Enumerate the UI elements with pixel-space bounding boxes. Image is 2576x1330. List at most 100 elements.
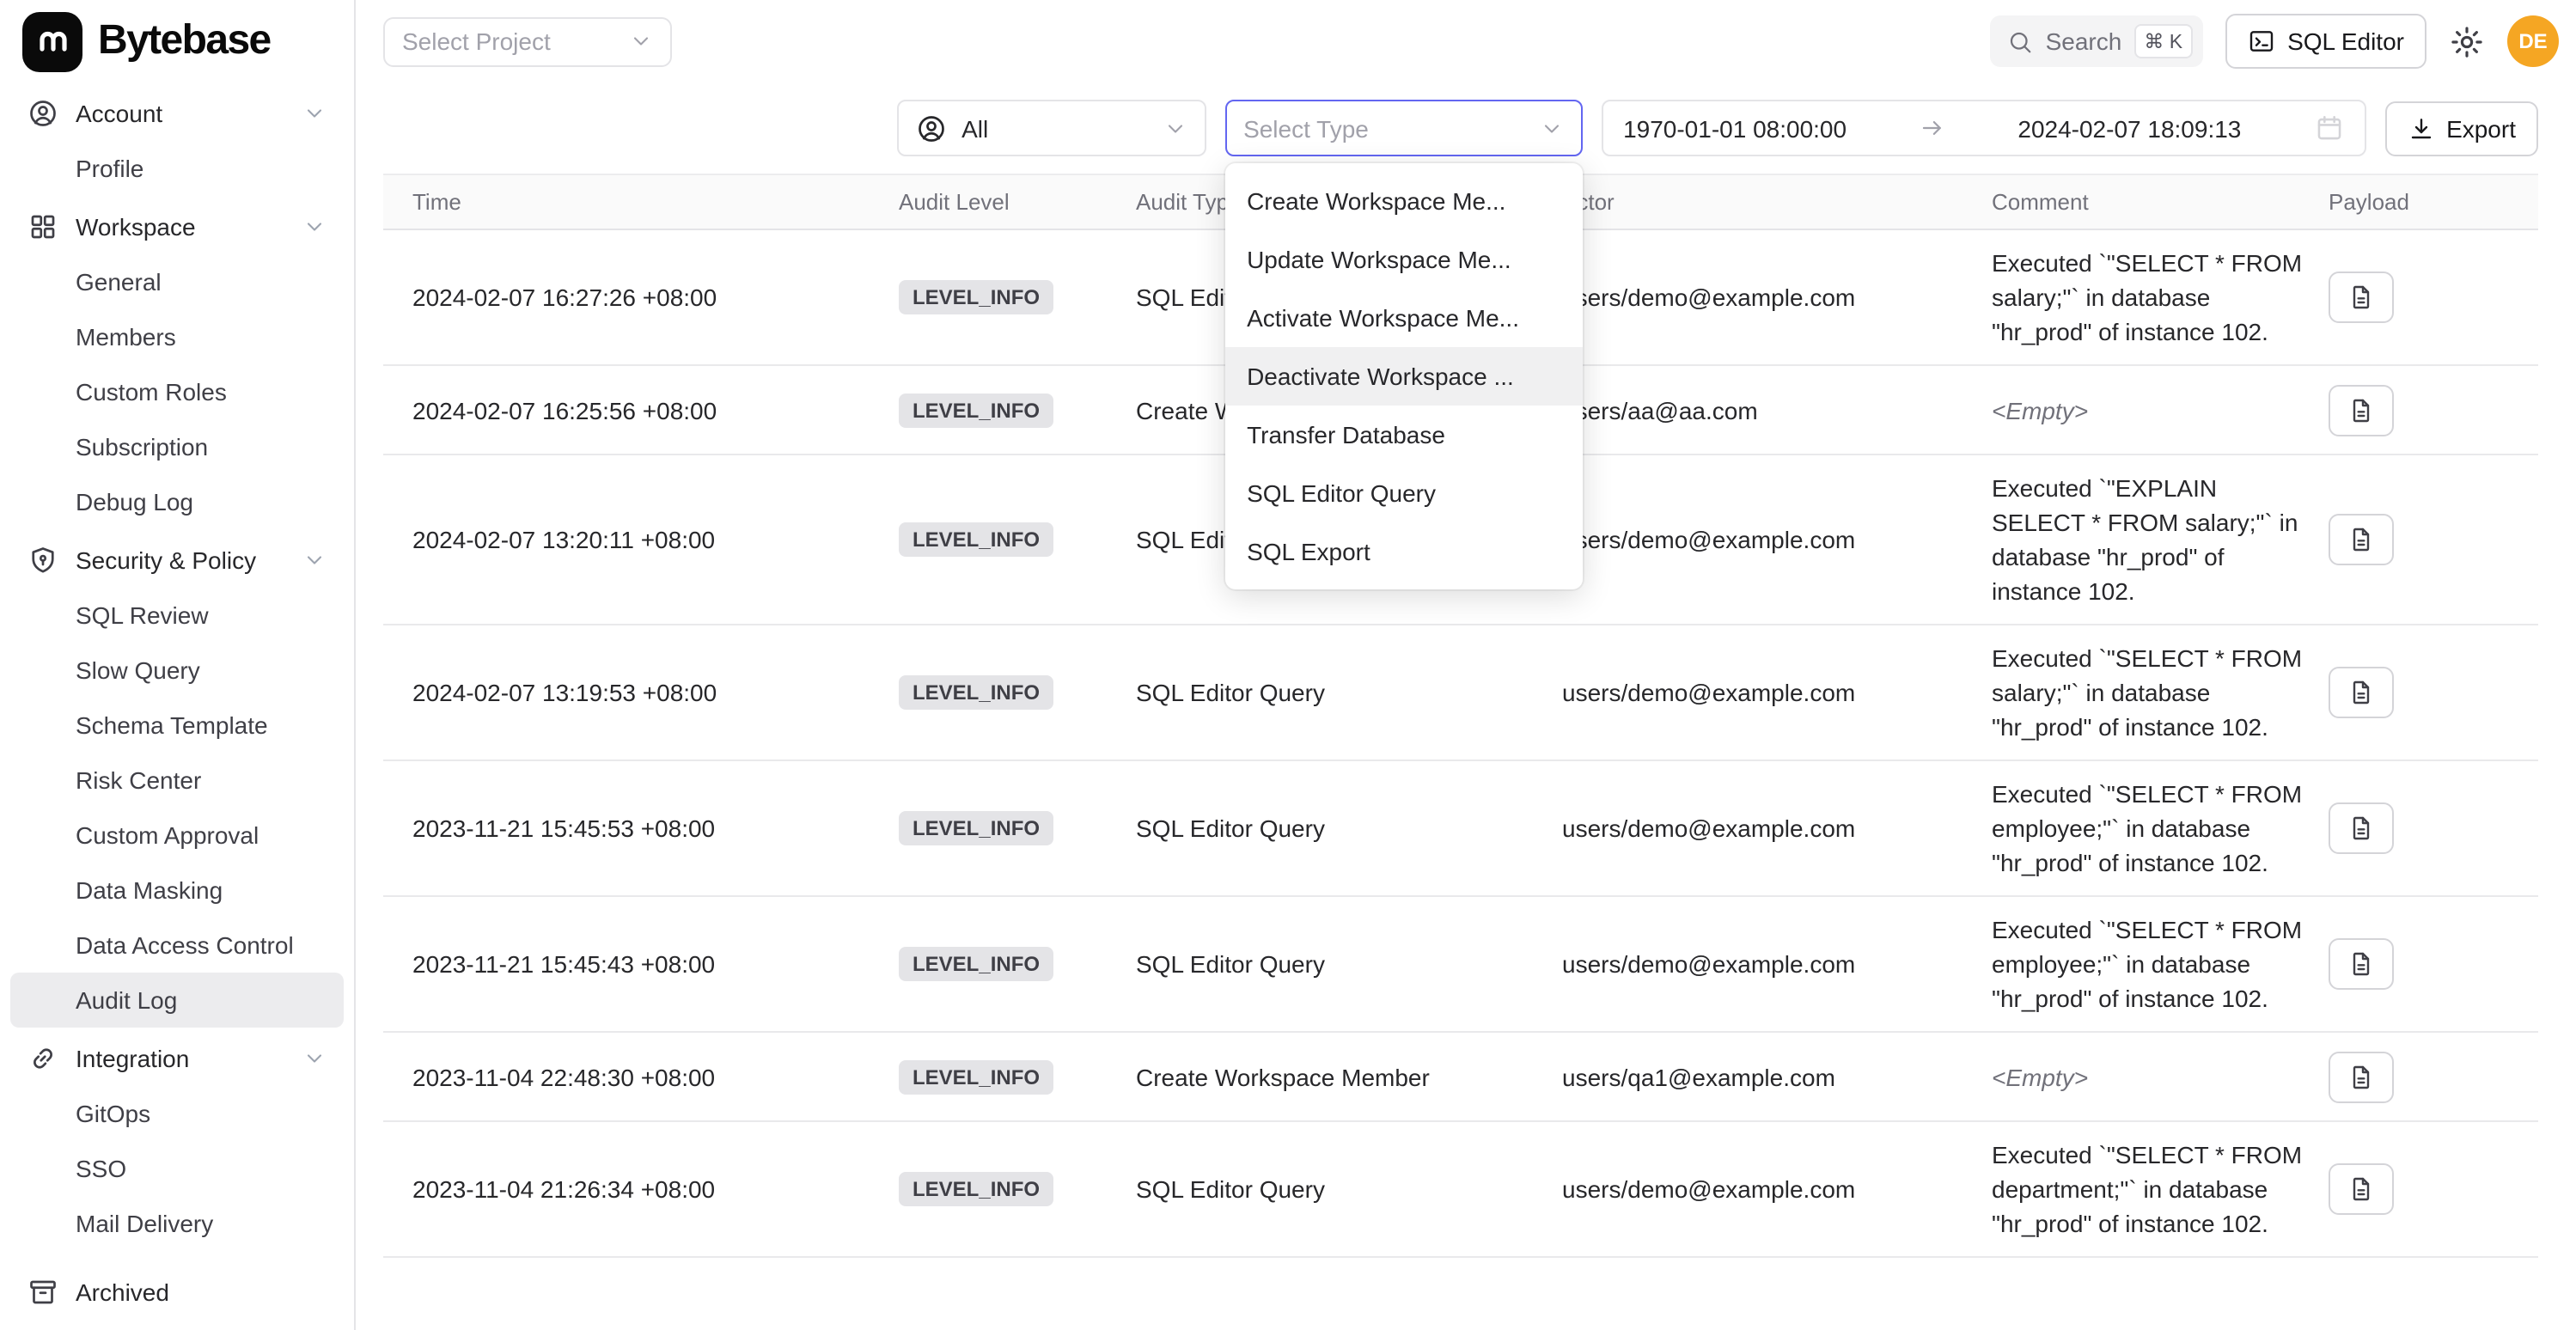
audit-level-badge: LEVEL_INFO bbox=[899, 522, 1053, 557]
cell-time: 2023-11-21 15:45:53 +08:00 bbox=[383, 799, 899, 857]
sidebar-item-risk-center[interactable]: Risk Center bbox=[10, 753, 344, 808]
cell-actor: users/demo@example.com bbox=[1562, 799, 1992, 857]
chevron-down-icon bbox=[302, 101, 327, 125]
payload-button[interactable] bbox=[2329, 1051, 2394, 1102]
user-icon bbox=[27, 98, 58, 129]
sidebar-item-sso[interactable]: SSO bbox=[10, 1141, 344, 1196]
cell-audit-level: LEVEL_INFO bbox=[899, 377, 1136, 442]
sidebar-item-audit-log[interactable]: Audit Log bbox=[10, 973, 344, 1028]
download-icon bbox=[2407, 114, 2434, 142]
bytebase-logo[interactable]: Bytebase bbox=[0, 0, 354, 82]
sidebar-item-members[interactable]: Members bbox=[10, 309, 344, 364]
chevron-down-icon bbox=[302, 1046, 327, 1071]
table-row: 2023-11-21 15:45:53 +08:00LEVEL_INFOSQL … bbox=[383, 761, 2538, 897]
sql-editor-button[interactable]: SQL Editor bbox=[2225, 14, 2426, 69]
sidebar-item-debug-log[interactable]: Debug Log bbox=[10, 474, 344, 529]
avatar[interactable]: DE bbox=[2507, 15, 2559, 67]
audit-log-page: All Select Type Create Workspace Me...Up… bbox=[356, 82, 2576, 1330]
audit-level-badge: LEVEL_INFO bbox=[899, 947, 1053, 981]
menu-item-activate-workspace-me[interactable]: Activate Workspace Me... bbox=[1224, 289, 1582, 347]
sidebar-item-slow-query[interactable]: Slow Query bbox=[10, 643, 344, 698]
payload-button[interactable] bbox=[2329, 514, 2394, 565]
sidebar-item-subscription[interactable]: Subscription bbox=[10, 419, 344, 474]
column-header-audit-level: Audit Level bbox=[899, 189, 1136, 215]
chevron-down-icon bbox=[302, 215, 327, 239]
menu-item-transfer-database[interactable]: Transfer Database bbox=[1224, 406, 1582, 464]
sidebar-item-custom-roles[interactable]: Custom Roles bbox=[10, 364, 344, 419]
sidebar-item-custom-approval[interactable]: Custom Approval bbox=[10, 808, 344, 863]
export-button[interactable]: Export bbox=[2384, 101, 2538, 156]
sidebar-item-general[interactable]: General bbox=[10, 254, 344, 309]
date-from-value: 1970-01-01 08:00:00 bbox=[1623, 114, 1847, 142]
chevron-down-icon bbox=[302, 548, 327, 572]
main-area: Select Project Search ⌘ K SQL Editor DE bbox=[356, 0, 2576, 1330]
cell-comment: Executed `"SELECT * FROM employee;"` in … bbox=[1992, 761, 2329, 895]
cell-audit-level: LEVEL_INFO bbox=[899, 507, 1136, 572]
sidebar-item-schema-template[interactable]: Schema Template bbox=[10, 698, 344, 753]
column-header-time: Time bbox=[383, 189, 899, 215]
payload-button[interactable] bbox=[2329, 938, 2394, 990]
audit-level-badge: LEVEL_INFO bbox=[899, 1172, 1053, 1206]
sidebar-item-mail-delivery[interactable]: Mail Delivery bbox=[10, 1196, 344, 1251]
export-label: Export bbox=[2446, 114, 2516, 142]
cell-actor: users/demo@example.com bbox=[1562, 663, 1992, 722]
sidebar-section-security-policy[interactable]: Security & Policy bbox=[10, 533, 344, 588]
sidebar-item-gitops[interactable]: GitOps bbox=[10, 1086, 344, 1141]
actor-filter-select[interactable]: All bbox=[896, 100, 1206, 156]
sidebar: Bytebase AccountProfileWorkspaceGeneralM… bbox=[0, 0, 356, 1330]
document-icon bbox=[2347, 814, 2375, 842]
audit-level-badge: LEVEL_INFO bbox=[899, 280, 1053, 314]
audit-level-badge: LEVEL_INFO bbox=[899, 393, 1053, 427]
cell-comment: Executed `"EXPLAIN SELECT * FROM salary;… bbox=[1992, 455, 2329, 624]
chevron-down-icon bbox=[1539, 116, 1563, 140]
cell-audit-type: SQL Editor Query bbox=[1136, 799, 1562, 857]
brand-name: Bytebase bbox=[98, 17, 271, 65]
sidebar-item-archived[interactable]: Archived bbox=[10, 1265, 344, 1320]
sidebar-section-label: Account bbox=[76, 100, 162, 127]
payload-button[interactable] bbox=[2329, 271, 2394, 323]
project-select-label: Select Project bbox=[402, 27, 551, 55]
document-icon bbox=[2347, 1063, 2375, 1090]
cell-audit-type: SQL Editor Query bbox=[1136, 935, 1562, 993]
payload-button[interactable] bbox=[2329, 802, 2394, 854]
cell-time: 2024-02-07 13:20:11 +08:00 bbox=[383, 510, 899, 569]
date-range-picker[interactable]: 1970-01-01 08:00:00 2024-02-07 18:09:13 bbox=[1601, 100, 2365, 156]
menu-item-deactivate-workspace[interactable]: Deactivate Workspace ... bbox=[1224, 347, 1582, 406]
menu-item-sql-editor-query[interactable]: SQL Editor Query bbox=[1224, 464, 1582, 522]
search-input[interactable]: Search ⌘ K bbox=[1991, 15, 2203, 67]
search-shortcut: ⌘ K bbox=[2133, 24, 2193, 58]
cell-audit-level: LEVEL_INFO bbox=[899, 1156, 1136, 1222]
cell-time: 2024-02-07 16:25:56 +08:00 bbox=[383, 381, 899, 439]
type-filter-placeholder: Select Type bbox=[1243, 114, 1369, 142]
type-filter-select[interactable]: Select Type bbox=[1224, 100, 1582, 156]
cell-comment: <Empty> bbox=[1992, 1044, 2329, 1109]
sidebar-section-account[interactable]: Account bbox=[10, 86, 344, 141]
sidebar-section-integration[interactable]: Integration bbox=[10, 1031, 344, 1086]
cell-audit-type: SQL Editor Query bbox=[1136, 663, 1562, 722]
cell-comment: <Empty> bbox=[1992, 377, 2329, 442]
topbar-actions: Search ⌘ K SQL Editor DE bbox=[1991, 14, 2559, 69]
topbar: Select Project Search ⌘ K SQL Editor DE bbox=[356, 0, 2576, 82]
type-filter-wrap: Select Type Create Workspace Me...Update… bbox=[1224, 100, 1582, 156]
sidebar-section-label: Integration bbox=[76, 1045, 189, 1072]
payload-button[interactable] bbox=[2329, 384, 2394, 436]
sidebar-item-data-access-control[interactable]: Data Access Control bbox=[10, 918, 344, 973]
sidebar-item-data-masking[interactable]: Data Masking bbox=[10, 863, 344, 918]
table-row: 2024-02-07 13:19:53 +08:00LEVEL_INFOSQL … bbox=[383, 625, 2538, 761]
payload-button[interactable] bbox=[2329, 667, 2394, 718]
column-header-payload: Payload bbox=[2329, 189, 2538, 215]
search-icon bbox=[2008, 28, 2034, 54]
payload-button[interactable] bbox=[2329, 1163, 2394, 1215]
sidebar-item-sql-review[interactable]: SQL Review bbox=[10, 588, 344, 643]
date-to-value: 2024-02-07 18:09:13 bbox=[2017, 114, 2241, 142]
menu-item-update-workspace-me[interactable]: Update Workspace Me... bbox=[1224, 230, 1582, 289]
settings-button[interactable] bbox=[2449, 23, 2485, 59]
menu-item-create-workspace-me[interactable]: Create Workspace Me... bbox=[1224, 172, 1582, 230]
project-select[interactable]: Select Project bbox=[383, 16, 672, 66]
cell-actor: users/demo@example.com bbox=[1562, 510, 1992, 569]
sidebar-nav: AccountProfileWorkspaceGeneralMembersCus… bbox=[0, 82, 354, 1251]
sidebar-section-workspace[interactable]: Workspace bbox=[10, 199, 344, 254]
sidebar-item-profile[interactable]: Profile bbox=[10, 141, 344, 196]
menu-item-sql-export[interactable]: SQL Export bbox=[1224, 522, 1582, 581]
cell-audit-level: LEVEL_INFO bbox=[899, 796, 1136, 861]
